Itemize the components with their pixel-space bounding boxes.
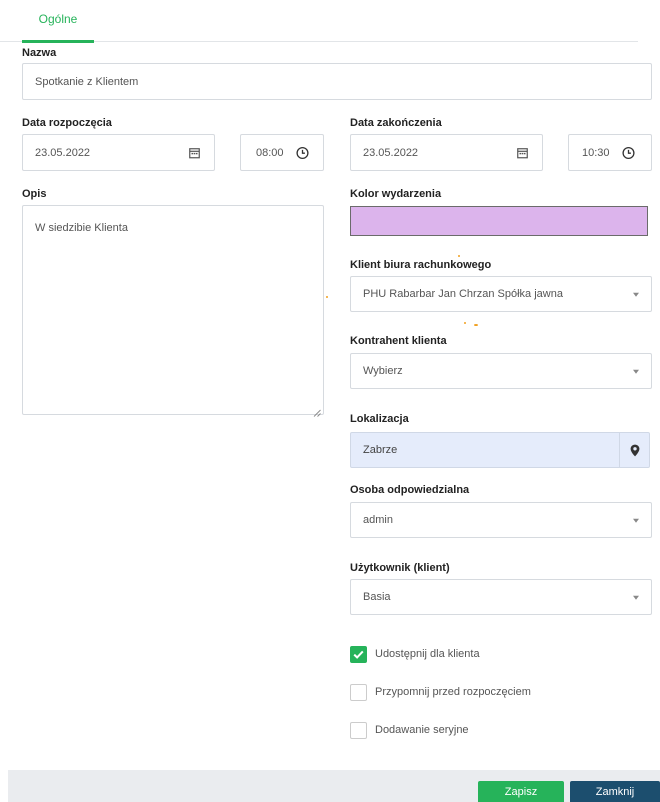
start-date-label: Data rozpoczęcia bbox=[22, 117, 112, 129]
location-label: Lokalizacja bbox=[350, 413, 409, 425]
tab-bar: Ogólne bbox=[0, 0, 638, 43]
chevron-down-icon bbox=[633, 369, 639, 374]
name-label: Nazwa bbox=[22, 47, 57, 59]
end-time-input[interactable]: 10:30 bbox=[568, 134, 652, 171]
description-textarea[interactable]: W siedzibie Klienta bbox=[22, 205, 324, 417]
start-time-value: 08:00 bbox=[256, 146, 284, 159]
location-input[interactable]: Zabrze bbox=[350, 432, 650, 468]
office-client-value: PHU Rabarbar Jan Chrzan Spółka jawna bbox=[363, 288, 563, 300]
artifact-dot bbox=[458, 255, 460, 257]
share-with-client-label: Udostępnij dla klienta bbox=[375, 648, 480, 660]
chevron-down-icon bbox=[633, 595, 639, 600]
share-with-client-checkbox[interactable] bbox=[350, 645, 367, 663]
event-color-label: Kolor wydarzenia bbox=[350, 188, 442, 200]
contractor-value: Wybierz bbox=[363, 365, 403, 377]
user-select[interactable]: Basia bbox=[350, 579, 652, 615]
tab-active-indicator bbox=[22, 40, 94, 43]
save-button[interactable]: Zapisz bbox=[478, 781, 564, 802]
start-date-input[interactable]: 23.05.2022 bbox=[22, 134, 215, 171]
chevron-down-icon bbox=[633, 292, 639, 297]
resize-handle-icon[interactable] bbox=[313, 404, 321, 417]
description-label: Opis bbox=[22, 188, 47, 200]
description-value: W siedzibie Klienta bbox=[35, 222, 128, 234]
map-pin-button[interactable] bbox=[619, 433, 649, 467]
serial-adding-checkbox[interactable] bbox=[350, 721, 367, 739]
office-client-label: Klient biura rachunkowego bbox=[350, 259, 492, 271]
clock-icon[interactable] bbox=[622, 146, 635, 159]
contractor-select[interactable]: Wybierz bbox=[350, 353, 652, 389]
user-label: Użytkownik (klient) bbox=[350, 562, 450, 574]
start-time-input[interactable]: 08:00 bbox=[240, 134, 324, 171]
name-input[interactable]: Spotkanie z Klientem bbox=[22, 63, 652, 100]
share-with-client-option[interactable]: Udostępnij dla klienta bbox=[350, 645, 480, 663]
name-value: Spotkanie z Klientem bbox=[35, 75, 139, 88]
calendar-icon[interactable] bbox=[189, 147, 200, 158]
end-date-value: 23.05.2022 bbox=[363, 146, 419, 159]
responsible-value: admin bbox=[363, 514, 393, 526]
tab-general-label: Ogólne bbox=[38, 12, 78, 26]
event-color-picker[interactable] bbox=[350, 206, 648, 236]
end-date-input[interactable]: 23.05.2022 bbox=[350, 134, 543, 171]
artifact-dot bbox=[474, 324, 478, 326]
calendar-icon[interactable] bbox=[517, 147, 528, 158]
remind-before-start-checkbox[interactable] bbox=[350, 683, 367, 701]
responsible-select[interactable]: admin bbox=[350, 502, 652, 538]
artifact-dot bbox=[326, 296, 328, 298]
user-value: Basia bbox=[363, 591, 391, 603]
location-value: Zabrze bbox=[363, 444, 398, 456]
chevron-down-icon bbox=[633, 518, 639, 523]
close-button[interactable]: Zamknij bbox=[570, 781, 660, 802]
remind-before-start-label: Przypomnij przed rozpoczęciem bbox=[375, 686, 531, 698]
checkmark-icon bbox=[353, 650, 364, 659]
responsible-label: Osoba odpowiedzialna bbox=[350, 484, 470, 496]
tab-general[interactable]: Ogólne bbox=[22, 0, 94, 43]
end-time-value: 10:30 bbox=[582, 146, 610, 159]
remind-before-start-option[interactable]: Przypomnij przed rozpoczęciem bbox=[350, 683, 531, 701]
office-client-select[interactable]: PHU Rabarbar Jan Chrzan Spółka jawna bbox=[350, 276, 652, 312]
start-date-value: 23.05.2022 bbox=[35, 146, 91, 159]
contractor-label: Kontrahent klienta bbox=[350, 335, 447, 347]
map-pin-icon bbox=[630, 444, 639, 456]
artifact-dot bbox=[464, 322, 466, 324]
clock-icon[interactable] bbox=[296, 146, 309, 159]
serial-adding-label: Dodawanie seryjne bbox=[375, 724, 469, 736]
end-date-label: Data zakończenia bbox=[350, 117, 442, 129]
serial-adding-option[interactable]: Dodawanie seryjne bbox=[350, 721, 469, 739]
